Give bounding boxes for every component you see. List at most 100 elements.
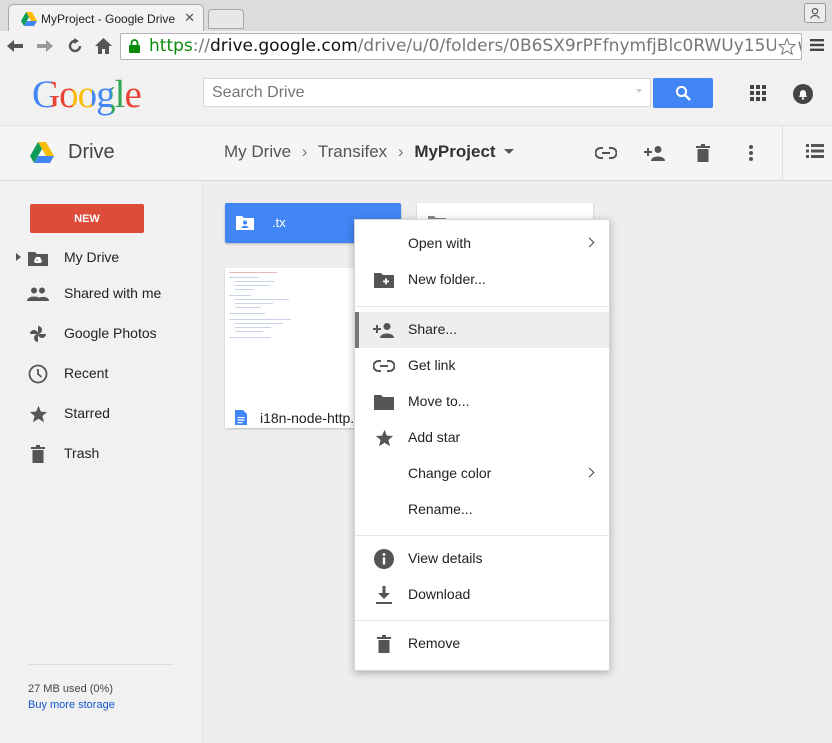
search-box[interactable] xyxy=(203,78,651,107)
sidebar-item-shared-with-me[interactable]: Shared with me xyxy=(0,276,202,312)
menu-item-label: Get link xyxy=(408,357,456,373)
new-folder-icon xyxy=(373,270,395,290)
sidebar-item-label: Google Photos xyxy=(64,325,157,341)
menu-item-label: Add star xyxy=(408,429,461,445)
google-logo[interactable]: Google xyxy=(32,72,142,117)
breadcrumb-transifex[interactable]: Transifex xyxy=(318,142,387,161)
drive-title[interactable]: Drive xyxy=(68,141,115,164)
star-icon xyxy=(373,428,395,448)
info-icon xyxy=(373,549,395,569)
app-header: Google xyxy=(0,62,832,126)
sidebar-item-recent[interactable]: Recent xyxy=(0,356,202,392)
file-name: i18n-node-http.js xyxy=(260,410,365,426)
breadcrumb: My Drive › Transifex › MyProject xyxy=(224,142,514,162)
pinwheel-photos-icon xyxy=(27,324,49,344)
menu-item-change-color[interactable]: Change color xyxy=(355,456,609,492)
url-text: https://drive.google.com/drive/u/0/folde… xyxy=(149,36,801,56)
address-bar[interactable]: https://drive.google.com/drive/u/0/folde… xyxy=(120,33,802,60)
menu-item-view-details[interactable]: View details xyxy=(355,541,609,577)
add-people-icon xyxy=(373,320,395,340)
shared-folder-icon xyxy=(236,215,254,235)
home-icon[interactable] xyxy=(94,37,112,55)
new-tab-button[interactable] xyxy=(208,9,244,29)
drive-toolbar: Drive My Drive › Transifex › MyProject xyxy=(0,126,832,181)
chrome-menu-icon[interactable] xyxy=(810,38,824,57)
sidebar-item-label: My Drive xyxy=(64,249,120,265)
more-options-icon[interactable] xyxy=(739,142,763,164)
document-icon xyxy=(235,410,247,430)
storage-divider xyxy=(28,664,174,665)
menu-item-label: Move to... xyxy=(408,393,470,409)
sidebar: NEW My Drive Shared with me Google Photo… xyxy=(0,181,203,743)
browser-tab-strip: MyProject - Google Drive ✕ xyxy=(0,0,832,32)
menu-item-remove[interactable]: Remove xyxy=(355,626,609,662)
breadcrumb-chevron-right-icon: › xyxy=(397,142,404,161)
get-link-icon[interactable] xyxy=(594,142,618,164)
menu-item-rename[interactable]: Rename... xyxy=(355,492,609,528)
menu-item-label: Change color xyxy=(408,465,492,481)
sidebar-item-trash[interactable]: Trash xyxy=(0,436,202,472)
drive-favicon-icon xyxy=(21,12,37,31)
trash-icon xyxy=(373,634,395,654)
forward-icon[interactable] xyxy=(36,37,54,55)
trash-icon[interactable] xyxy=(691,142,715,164)
search-options-chevron-down-icon[interactable] xyxy=(636,89,642,93)
menu-item-download[interactable]: Download xyxy=(355,577,609,613)
new-button[interactable]: NEW xyxy=(30,204,144,233)
drive-logo-icon[interactable] xyxy=(30,142,54,168)
submenu-chevron-right-icon xyxy=(584,237,595,248)
browser-tab[interactable]: MyProject - Google Drive ✕ xyxy=(8,4,204,32)
add-people-icon[interactable] xyxy=(643,142,667,164)
browser-toolbar: https://drive.google.com/drive/u/0/folde… xyxy=(0,31,832,63)
sidebar-item-label: Trash xyxy=(64,445,100,461)
notifications-bell-icon[interactable] xyxy=(793,84,813,104)
sidebar-item-label: Shared with me xyxy=(64,285,162,301)
profile-icon[interactable] xyxy=(804,3,826,23)
list-view-icon[interactable] xyxy=(806,144,824,163)
folder-menu-chevron-down-icon[interactable] xyxy=(503,149,514,154)
sidebar-item-google-photos[interactable]: Google Photos xyxy=(0,316,202,352)
bookmark-star-icon[interactable] xyxy=(776,36,798,56)
menu-item-add-star[interactable]: Add star xyxy=(355,420,609,456)
folder-name: .tx xyxy=(272,215,286,230)
lock-icon xyxy=(128,39,141,58)
search-icon xyxy=(675,85,691,101)
menu-item-get-link[interactable]: Get link xyxy=(355,348,609,384)
download-icon xyxy=(373,585,395,605)
menu-item-label: Share... xyxy=(408,321,458,337)
expand-chevron-right-icon[interactable] xyxy=(16,253,21,261)
menu-divider xyxy=(355,620,609,621)
menu-divider xyxy=(355,306,609,307)
menu-item-open-with[interactable]: Open with xyxy=(355,226,609,262)
search-button[interactable] xyxy=(653,78,713,108)
search-input[interactable] xyxy=(204,79,630,106)
breadcrumb-chevron-right-icon: › xyxy=(301,142,308,161)
menu-item-label: Download xyxy=(408,586,471,602)
menu-item-label: View details xyxy=(408,550,483,566)
submenu-chevron-right-icon xyxy=(584,467,595,478)
sidebar-item-label: Starred xyxy=(64,405,110,421)
folder-icon xyxy=(373,392,395,412)
back-icon[interactable] xyxy=(6,37,24,55)
people-icon xyxy=(27,284,49,304)
star-icon xyxy=(27,404,49,424)
menu-item-label: Remove xyxy=(408,635,461,651)
breadcrumb-my-drive[interactable]: My Drive xyxy=(224,142,291,161)
context-menu: Open with New folder... Share... Get lin… xyxy=(354,219,610,671)
reload-icon[interactable] xyxy=(66,37,84,55)
menu-divider xyxy=(355,535,609,536)
breadcrumb-current-folder[interactable]: MyProject xyxy=(414,142,514,161)
menu-item-new-folder[interactable]: New folder... xyxy=(355,262,609,298)
sidebar-item-starred[interactable]: Starred xyxy=(0,396,202,432)
menu-item-share[interactable]: Share... xyxy=(355,312,609,348)
buy-more-storage-link[interactable]: Buy more storage xyxy=(28,699,115,711)
tab-close-icon[interactable]: ✕ xyxy=(184,10,195,26)
apps-grid-icon[interactable] xyxy=(749,84,767,107)
sidebar-item-my-drive[interactable]: My Drive xyxy=(0,240,202,276)
menu-item-label: New folder... xyxy=(408,271,486,287)
sidebar-item-label: Recent xyxy=(64,365,109,381)
menu-item-label: Rename... xyxy=(408,501,473,517)
menu-item-move-to[interactable]: Move to... xyxy=(355,384,609,420)
toolbar-divider xyxy=(782,126,783,180)
clock-icon xyxy=(27,364,49,384)
